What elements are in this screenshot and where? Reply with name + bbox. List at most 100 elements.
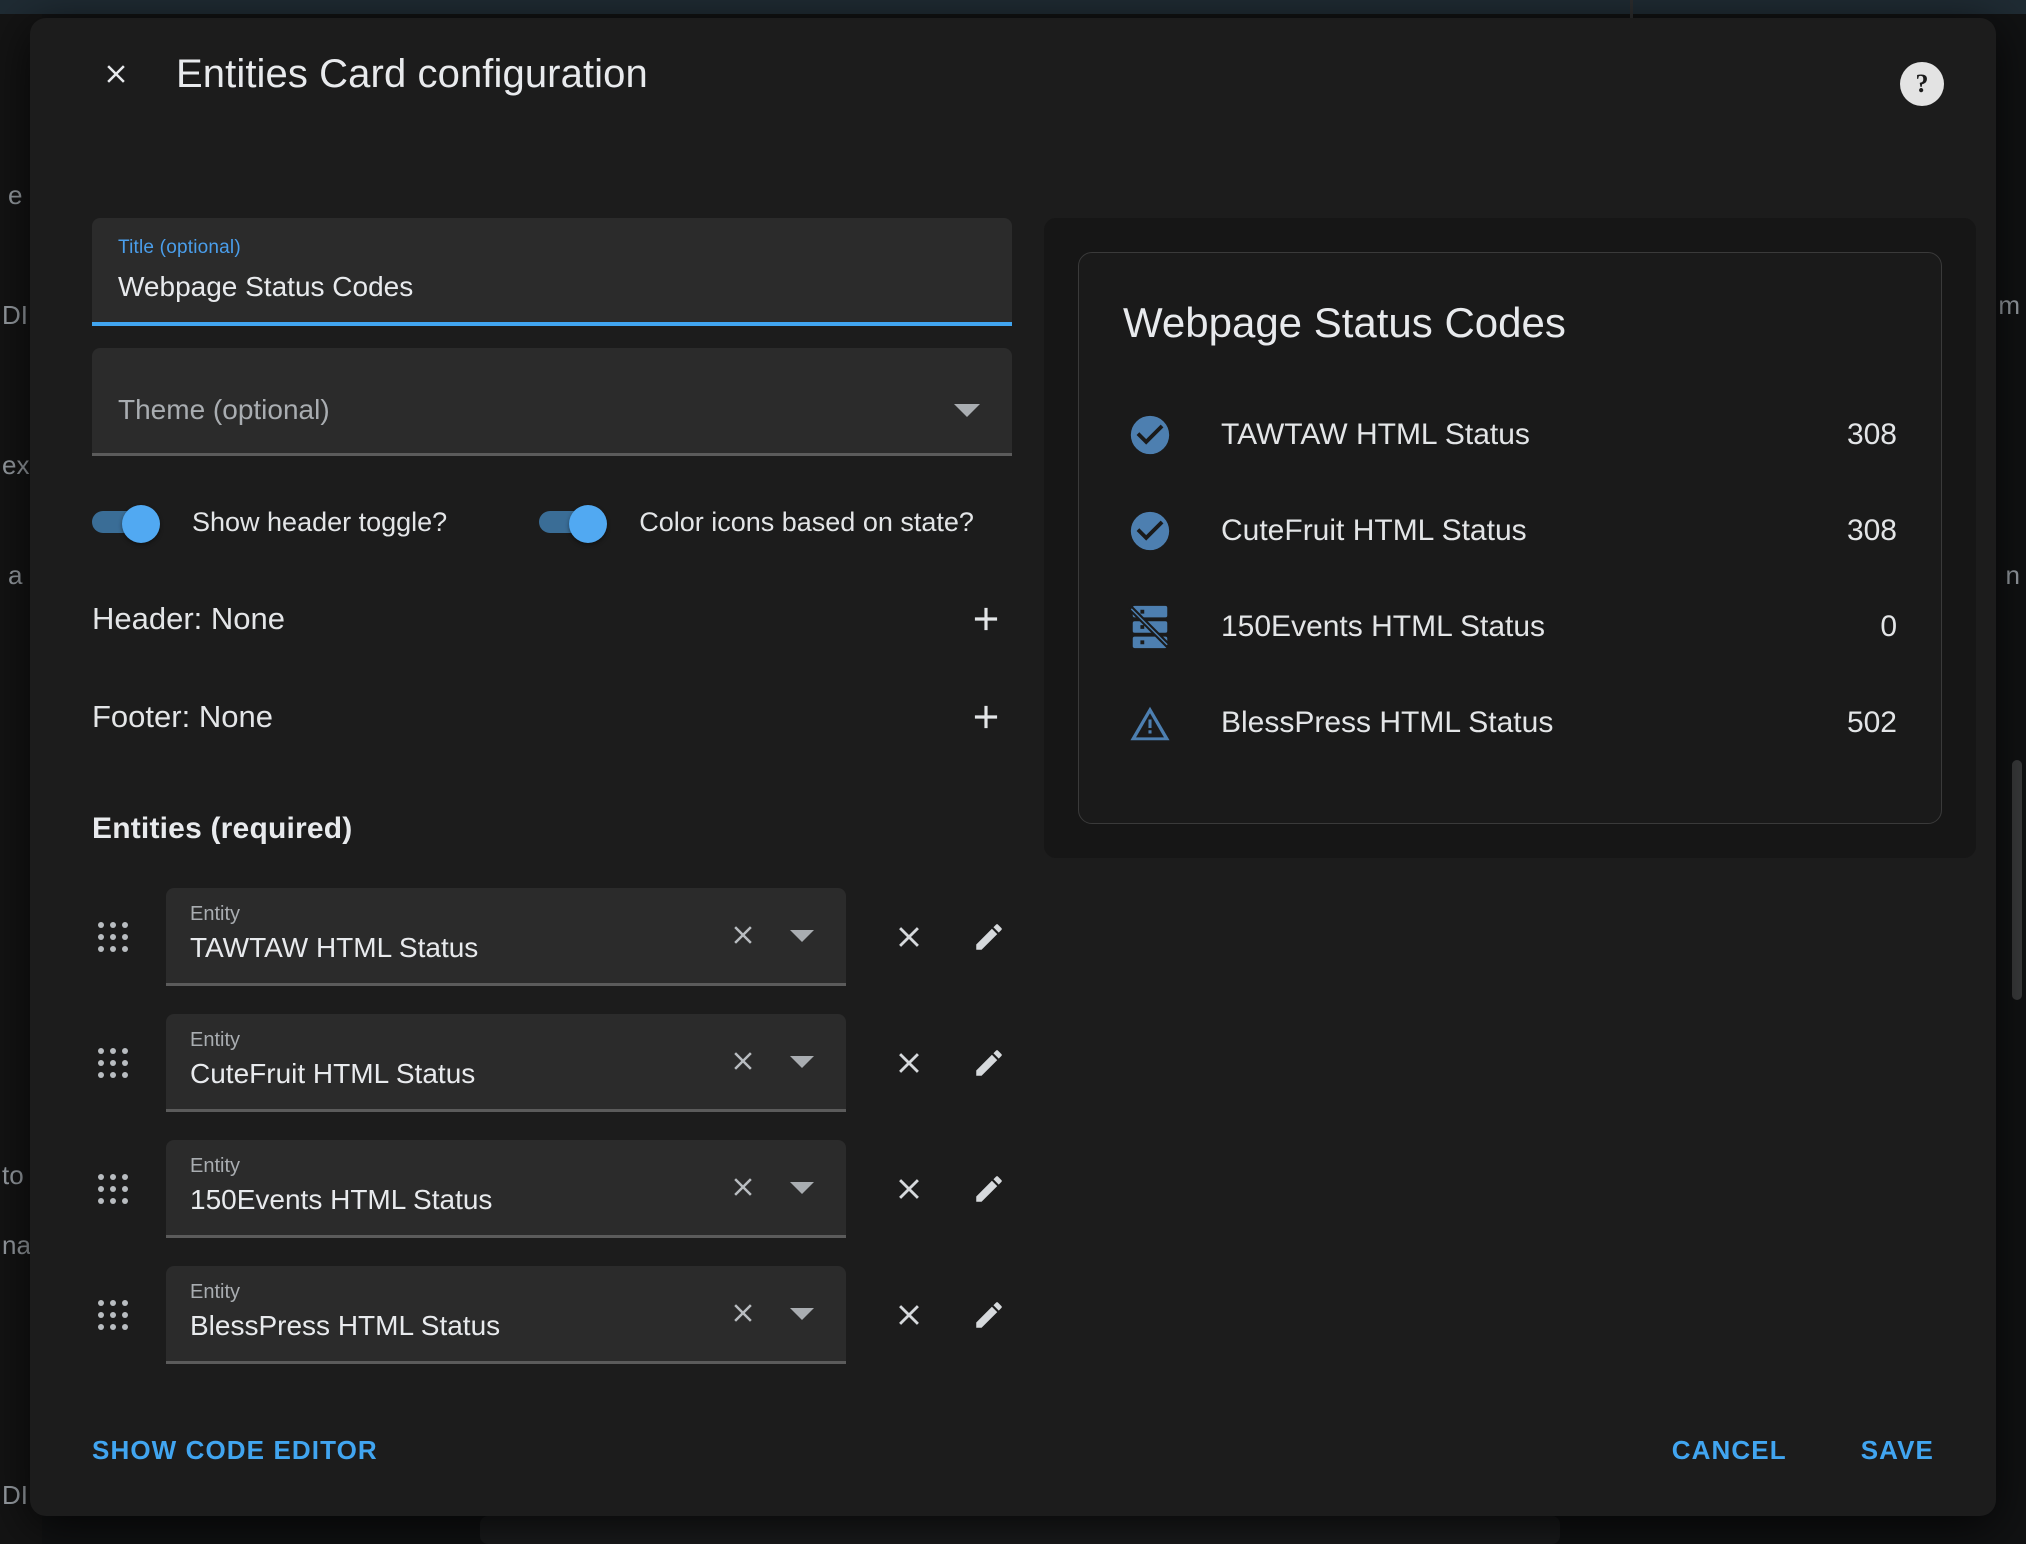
preview-row-name: BlessPress HTML Status bbox=[1221, 706, 1554, 739]
theme-field[interactable]: Theme (optional) bbox=[92, 348, 1012, 456]
preview-row-value: 308 bbox=[1846, 514, 1897, 547]
add-header-button[interactable] bbox=[960, 593, 1012, 645]
edit-entity-button[interactable] bbox=[962, 910, 1016, 964]
help-button[interactable]: ? bbox=[1900, 62, 1944, 106]
toggle-knob bbox=[569, 505, 608, 543]
footer-row: Footer: None bbox=[92, 688, 1012, 746]
page-title: Entities Card configuration bbox=[176, 51, 648, 96]
footer-label: Footer: None bbox=[92, 699, 273, 734]
entities-card-preview: Webpage Status Codes TAWTAW HTML Status … bbox=[1078, 252, 1942, 824]
dialog-body: Title (optional) Webpage Status Codes Th… bbox=[30, 130, 1996, 1410]
drag-handle-icon[interactable] bbox=[98, 921, 144, 953]
drag-handle-icon[interactable] bbox=[98, 1299, 144, 1331]
preview-row-name: 150Events HTML Status bbox=[1221, 610, 1546, 643]
close-icon bbox=[734, 926, 752, 944]
title-field-underline bbox=[92, 322, 1012, 326]
preview-row[interactable]: CuteFruit HTML Status 308 bbox=[1123, 483, 1897, 579]
save-button[interactable]: SAVE bbox=[1861, 1435, 1934, 1466]
entity-row: Entity CuteFruit HTML Status bbox=[92, 1014, 1016, 1112]
background-topbar bbox=[0, 0, 2026, 14]
entity-input-2[interactable]: Entity 150Events HTML Status bbox=[166, 1140, 846, 1238]
remove-entity-button[interactable] bbox=[882, 910, 936, 964]
remove-entity-button[interactable] bbox=[882, 1036, 936, 1090]
background-text: m bbox=[1998, 290, 2020, 320]
check-circle-icon bbox=[1130, 511, 1170, 551]
preview-row[interactable]: 150Events HTML Status 0 bbox=[1123, 579, 1897, 675]
pencil-icon bbox=[976, 924, 1002, 950]
close-icon bbox=[107, 65, 125, 83]
preview-card-title: Webpage Status Codes bbox=[1123, 299, 1566, 346]
theme-field-underline bbox=[92, 453, 1012, 456]
background-text: na bbox=[2, 1230, 31, 1260]
config-form: Title (optional) Webpage Status Codes Th… bbox=[30, 130, 1016, 1410]
card-preview-column: Webpage Status Codes TAWTAW HTML Status … bbox=[1016, 130, 1996, 1410]
theme-input[interactable]: Theme (optional) bbox=[118, 394, 330, 426]
cancel-button[interactable]: CANCEL bbox=[1672, 1435, 1787, 1466]
entities-list: Entity TAWTAW HTML Status Entity CuteFru… bbox=[92, 888, 1016, 1364]
background-divider bbox=[1630, 0, 1633, 18]
background-text: to bbox=[2, 1160, 24, 1190]
preview-row-icon-2 bbox=[1123, 600, 1177, 654]
entity-input-3[interactable]: Entity BlessPress HTML Status bbox=[166, 1266, 846, 1364]
background-text: n bbox=[2005, 560, 2020, 590]
preview-row-name: CuteFruit HTML Status bbox=[1221, 514, 1527, 547]
show-header-toggle[interactable] bbox=[92, 505, 164, 543]
show-header-toggle-label: Show header toggle? bbox=[192, 506, 448, 537]
pencil-icon bbox=[976, 1302, 1002, 1328]
entity-input-0[interactable]: Entity TAWTAW HTML Status bbox=[166, 888, 846, 986]
close-icon bbox=[899, 1053, 919, 1073]
help-icon: ? bbox=[1915, 69, 1929, 98]
background-text: DI bbox=[2, 300, 28, 330]
dialog-footer: SHOW CODE EDITOR CANCEL SAVE bbox=[30, 1384, 1996, 1516]
clear-entity-button[interactable] bbox=[728, 1172, 758, 1207]
preview-shell: Webpage Status Codes TAWTAW HTML Status … bbox=[1044, 218, 1976, 858]
dialog-header: Entities Card configuration ? bbox=[30, 18, 1996, 130]
background-scrollbar[interactable] bbox=[2012, 760, 2022, 1000]
close-icon bbox=[899, 927, 919, 947]
preview-row[interactable]: BlessPress HTML Status 502 bbox=[1123, 675, 1897, 771]
entity-field-underline bbox=[166, 1109, 846, 1112]
preview-row-icon-1 bbox=[1123, 504, 1177, 558]
preview-row[interactable]: TAWTAW HTML Status 308 bbox=[1123, 387, 1897, 483]
entity-input-1[interactable]: Entity CuteFruit HTML Status bbox=[166, 1014, 846, 1112]
clear-entity-button[interactable] bbox=[728, 920, 758, 955]
show-code-editor-button[interactable]: SHOW CODE EDITOR bbox=[92, 1435, 378, 1466]
drag-handle-icon[interactable] bbox=[98, 1173, 144, 1205]
entity-field-underline bbox=[166, 1235, 846, 1238]
clear-entity-button[interactable] bbox=[728, 1298, 758, 1333]
close-icon bbox=[734, 1304, 752, 1322]
chevron-down-icon[interactable] bbox=[790, 1056, 814, 1068]
preview-row-icon-0 bbox=[1123, 408, 1177, 462]
background-text: e bbox=[8, 180, 23, 210]
remove-entity-button[interactable] bbox=[882, 1288, 936, 1342]
entities-section-title: Entities (required) bbox=[92, 812, 353, 845]
entity-row: Entity 150Events HTML Status bbox=[92, 1140, 1016, 1238]
preview-row-value: 502 bbox=[1846, 706, 1897, 739]
clear-entity-button[interactable] bbox=[728, 1046, 758, 1081]
edit-entity-button[interactable] bbox=[962, 1288, 1016, 1342]
entity-field-underline bbox=[166, 983, 846, 986]
toggle-knob bbox=[122, 505, 160, 543]
server-off-icon bbox=[1127, 605, 1171, 649]
chevron-down-icon[interactable] bbox=[954, 404, 980, 417]
title-field[interactable]: Title (optional) Webpage Status Codes bbox=[92, 218, 1012, 326]
close-icon bbox=[734, 1178, 752, 1196]
close-button[interactable] bbox=[88, 46, 144, 102]
close-icon bbox=[734, 1052, 752, 1070]
edit-entity-button[interactable] bbox=[962, 1036, 1016, 1090]
preview-row-value: 0 bbox=[1880, 610, 1897, 643]
title-input[interactable]: Webpage Status Codes bbox=[118, 270, 986, 304]
chevron-down-icon[interactable] bbox=[790, 1182, 814, 1194]
pencil-icon bbox=[976, 1050, 1002, 1076]
entity-field-underline bbox=[166, 1361, 846, 1364]
remove-entity-button[interactable] bbox=[882, 1162, 936, 1216]
color-icons-toggle[interactable] bbox=[539, 505, 611, 543]
alert-triangle-icon bbox=[1130, 706, 1170, 741]
add-footer-button[interactable] bbox=[960, 691, 1012, 743]
chevron-down-icon[interactable] bbox=[790, 930, 814, 942]
chevron-down-icon[interactable] bbox=[790, 1308, 814, 1320]
edit-entity-button[interactable] bbox=[962, 1162, 1016, 1216]
drag-handle-icon[interactable] bbox=[98, 1047, 144, 1079]
header-row: Header: None bbox=[92, 590, 1012, 648]
preview-row-name: TAWTAW HTML Status bbox=[1221, 418, 1530, 451]
